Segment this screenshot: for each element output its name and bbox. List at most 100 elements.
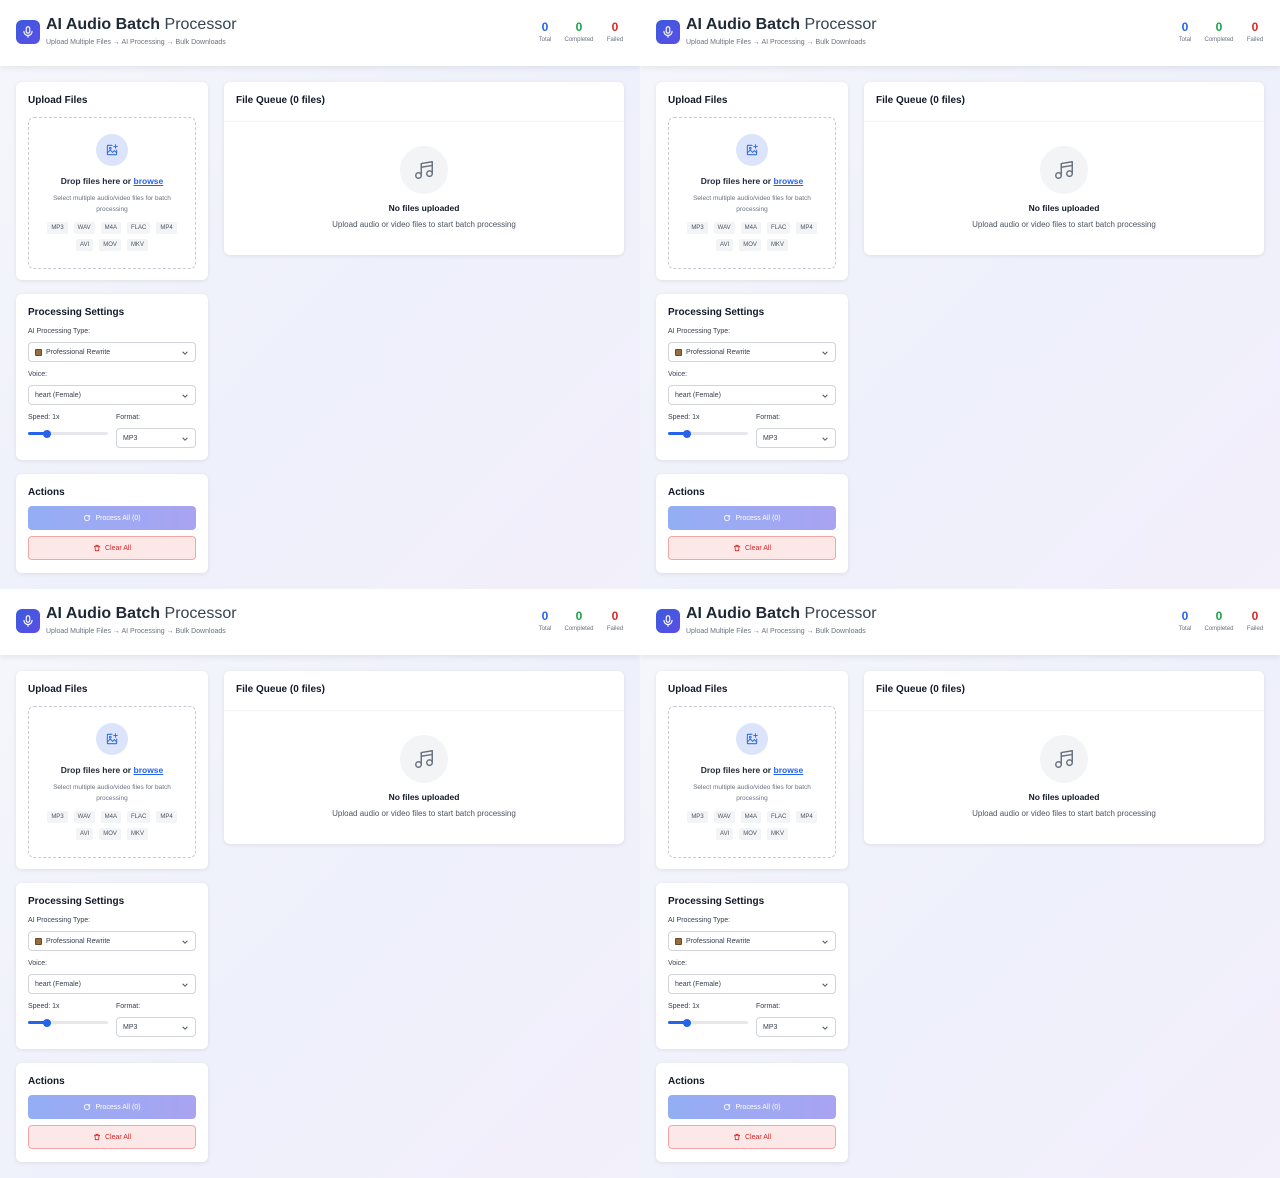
- stat-failed-label: Failed: [1246, 37, 1264, 43]
- process-all-button[interactable]: Process All (0): [28, 1095, 196, 1119]
- browse-link[interactable]: browse: [774, 176, 804, 186]
- voice-select[interactable]: heart (Female): [28, 974, 196, 994]
- stat-failed-value: 0: [611, 20, 619, 34]
- voice-select[interactable]: heart (Female): [668, 385, 836, 405]
- chevron-down-icon: [822, 351, 828, 355]
- upload-title: Upload Files: [668, 684, 728, 695]
- upload-card: Upload Files Drop files here or browse S…: [656, 82, 848, 280]
- file-dropzone[interactable]: Drop files here or browse Select multipl…: [668, 117, 836, 269]
- actions-card: Actions Process All (0) Clear All: [16, 474, 208, 573]
- format-badge: MKV: [766, 828, 788, 840]
- format-select[interactable]: MP3: [756, 1017, 836, 1037]
- processing-type-label: AI Processing Type:: [28, 917, 91, 924]
- format-list: MP3 WAV M4A FLAC MP4 AVI MOV MKV: [683, 222, 821, 251]
- stat-completed: 0 Completed: [559, 609, 599, 632]
- voice-select[interactable]: heart (Female): [668, 974, 836, 994]
- format-label: Format:: [116, 414, 141, 421]
- voice-select[interactable]: heart (Female): [28, 385, 196, 405]
- microphone-icon: [16, 20, 40, 44]
- clipboard-icon: [35, 937, 42, 945]
- microphone-icon: [656, 609, 680, 633]
- queue-empty-subtitle: Upload audio or video files to start bat…: [332, 220, 516, 229]
- actions-card: Actions Process All (0) Clear All: [16, 1063, 208, 1162]
- format-badge: MOV: [99, 239, 121, 251]
- stat-completed: 0 Completed: [559, 20, 599, 43]
- file-dropzone[interactable]: Drop files here or browse Select multipl…: [28, 706, 196, 858]
- processing-type-label: AI Processing Type:: [668, 917, 731, 924]
- app-title: AI Audio Batch Processor: [686, 605, 877, 623]
- stat-failed-value: 0: [1251, 20, 1259, 34]
- clear-all-label: Clear All: [104, 1133, 132, 1141]
- app-title: AI Audio Batch Processor: [686, 16, 877, 34]
- browse-link[interactable]: browse: [774, 765, 804, 775]
- processing-type-value: Professional Rewrite: [686, 348, 751, 356]
- trash-icon: [733, 544, 741, 552]
- format-label: Format:: [756, 1003, 781, 1010]
- voice-label: Voice:: [668, 371, 688, 378]
- speed-slider[interactable]: [28, 1018, 108, 1027]
- format-select[interactable]: MP3: [116, 1017, 196, 1037]
- chevron-down-icon: [822, 940, 828, 944]
- format-badge: WAV: [713, 222, 735, 234]
- format-badge: FLAC: [127, 811, 151, 823]
- speed-slider-thumb[interactable]: [683, 429, 692, 438]
- app-panel: AI Audio Batch Processor Upload Multiple…: [0, 0, 640, 589]
- app-title-main: AI Audio Batch: [686, 605, 801, 622]
- clear-all-button[interactable]: Clear All: [28, 1125, 196, 1149]
- app-title: AI Audio Batch Processor: [46, 605, 237, 623]
- clear-all-button[interactable]: Clear All: [28, 536, 196, 560]
- processing-type-value: Professional Rewrite: [46, 937, 111, 945]
- queue-empty-subtitle: Upload audio or video files to start bat…: [972, 809, 1156, 818]
- processing-type-value: Professional Rewrite: [686, 937, 751, 945]
- browse-link[interactable]: browse: [134, 176, 164, 186]
- refresh-icon: [84, 1103, 91, 1111]
- music-note-icon: [400, 146, 448, 194]
- format-badge: M4A: [740, 222, 761, 234]
- process-all-button[interactable]: Process All (0): [668, 1095, 836, 1119]
- app-title-rest: Processor: [164, 605, 237, 622]
- stat-failed: 0 Failed: [595, 20, 635, 43]
- speed-slider-thumb[interactable]: [683, 1018, 692, 1027]
- music-note-icon: [1040, 735, 1088, 783]
- speed-slider[interactable]: [28, 429, 108, 438]
- processing-type-select[interactable]: Professional Rewrite: [28, 342, 196, 362]
- clear-all-button[interactable]: Clear All: [668, 1125, 836, 1149]
- format-badge: M4A: [100, 222, 121, 234]
- speed-slider-thumb[interactable]: [43, 429, 52, 438]
- format-select[interactable]: MP3: [756, 428, 836, 448]
- processing-type-select[interactable]: Professional Rewrite: [668, 931, 836, 951]
- processing-type-select[interactable]: Professional Rewrite: [668, 342, 836, 362]
- speed-slider-thumb[interactable]: [43, 1018, 52, 1027]
- file-dropzone[interactable]: Drop files here or browse Select multipl…: [28, 117, 196, 269]
- format-value: MP3: [763, 1023, 778, 1031]
- format-value: MP3: [123, 1023, 138, 1031]
- settings-title: Processing Settings: [668, 896, 765, 907]
- trash-icon: [93, 1133, 101, 1141]
- format-select[interactable]: MP3: [116, 428, 196, 448]
- process-all-button[interactable]: Process All (0): [28, 506, 196, 530]
- format-badge: MOV: [99, 828, 121, 840]
- actions-title: Actions: [28, 487, 65, 498]
- format-value: MP3: [763, 434, 778, 442]
- app-subtitle: Upload Multiple Files → AI Processing → …: [686, 628, 866, 635]
- stat-failed-value: 0: [1251, 609, 1259, 623]
- upload-title: Upload Files: [668, 95, 728, 106]
- format-badge: WAV: [713, 811, 735, 823]
- clear-all-button[interactable]: Clear All: [668, 536, 836, 560]
- process-all-button[interactable]: Process All (0): [668, 506, 836, 530]
- format-badge: M4A: [740, 811, 761, 823]
- speed-slider[interactable]: [668, 1018, 748, 1027]
- settings-card: Processing Settings AI Processing Type: …: [656, 883, 848, 1049]
- app-panel: AI Audio Batch Processor Upload Multiple…: [0, 589, 640, 1178]
- speed-slider[interactable]: [668, 429, 748, 438]
- queue-title: File Queue (0 files): [876, 95, 965, 106]
- actions-title: Actions: [668, 1076, 705, 1087]
- browse-link[interactable]: browse: [134, 765, 164, 775]
- file-dropzone[interactable]: Drop files here or browse Select multipl…: [668, 706, 836, 858]
- speed-label: Speed: 1x: [668, 1003, 700, 1010]
- queue-empty-title: No files uploaded: [1028, 203, 1100, 213]
- app-panel: AI Audio Batch Processor Upload Multiple…: [640, 0, 1280, 589]
- format-badge: MOV: [739, 828, 761, 840]
- processing-type-select[interactable]: Professional Rewrite: [28, 931, 196, 951]
- settings-title: Processing Settings: [668, 307, 765, 318]
